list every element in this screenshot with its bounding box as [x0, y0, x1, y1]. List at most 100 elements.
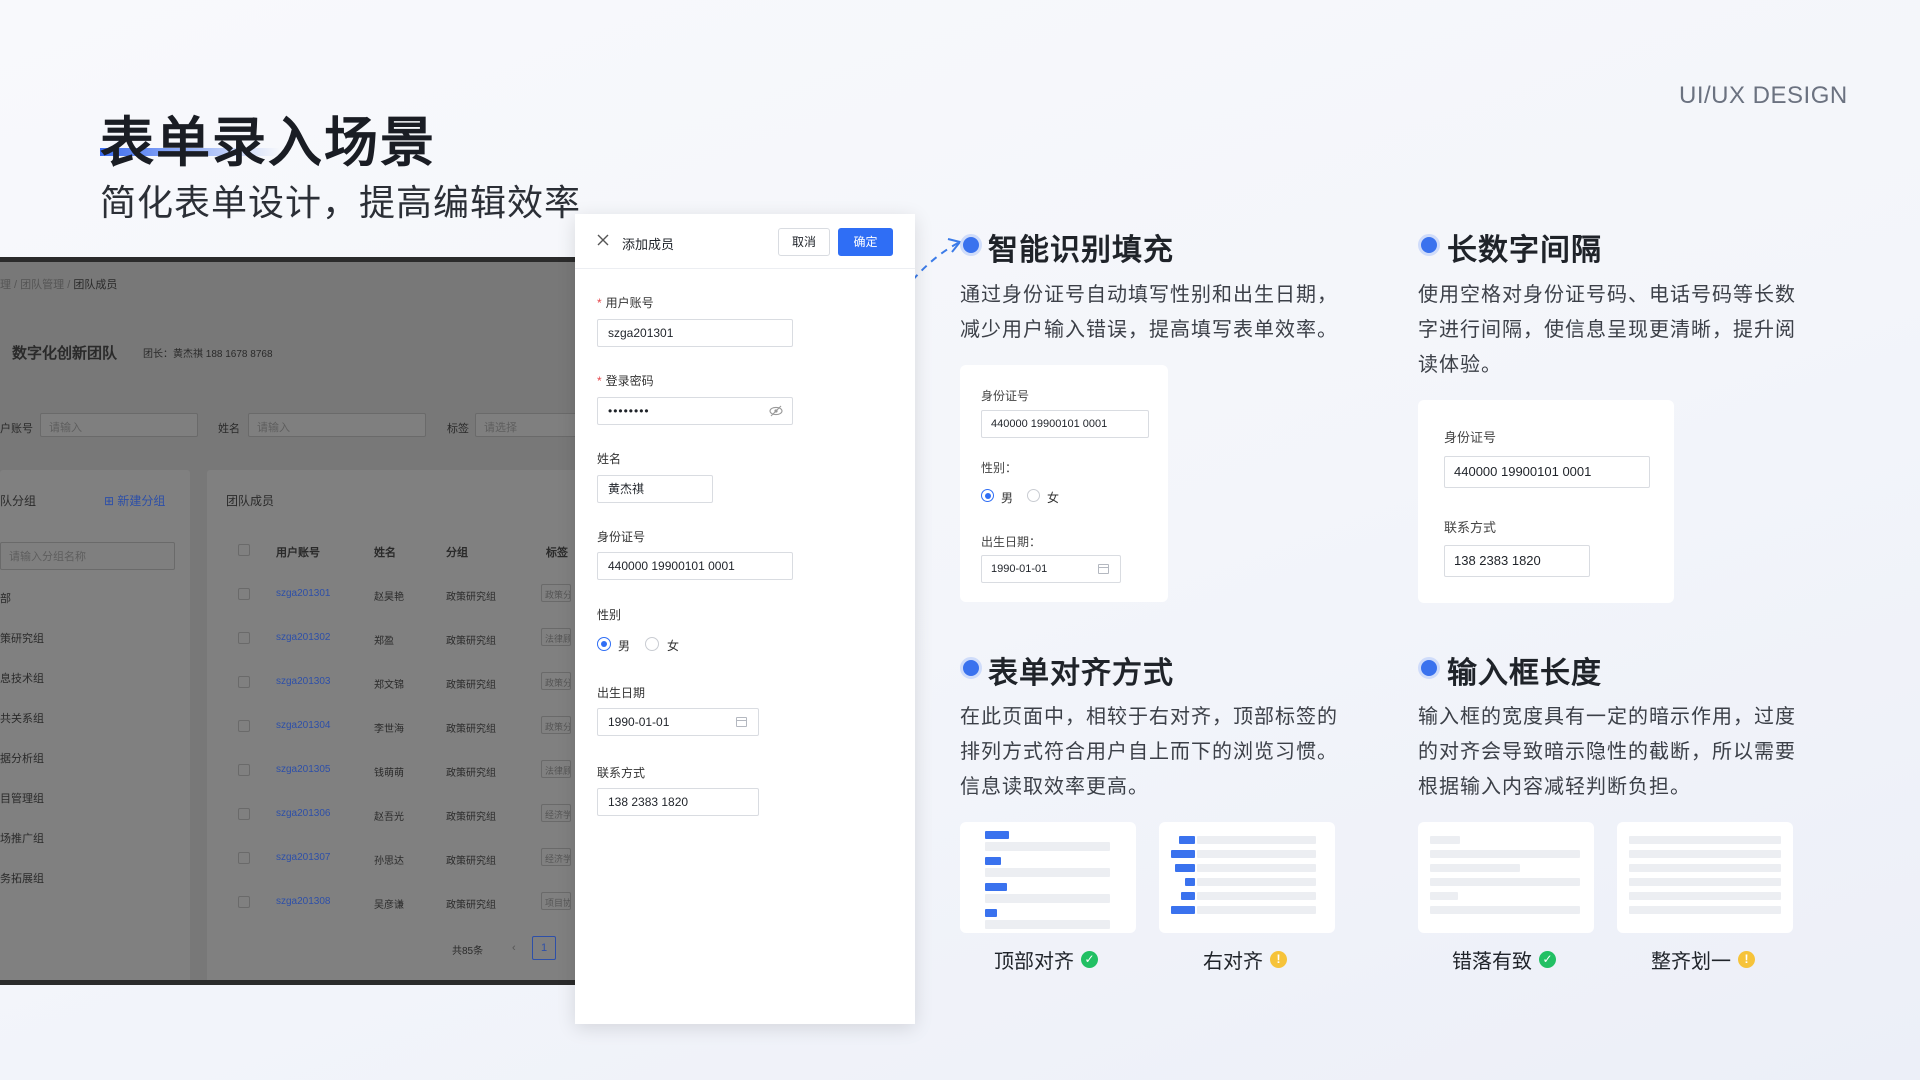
name-filter-input[interactable]: 请输入	[248, 413, 426, 437]
group-item[interactable]: 息技术组	[0, 670, 44, 686]
input-bar	[985, 868, 1110, 877]
group-item[interactable]: 据分析组	[0, 750, 44, 766]
birth-label: 出生日期	[597, 686, 646, 700]
member-tag: 经济学	[541, 848, 571, 866]
eye-off-icon[interactable]	[769, 405, 783, 417]
input-bar	[1430, 864, 1520, 872]
group-item[interactable]: 目管理组	[0, 790, 44, 806]
gender-male-radio[interactable]	[597, 637, 611, 651]
example-card-smart-fill: 身份证号 440000 19900101 0001 性别： 男 女 出生日期： …	[960, 365, 1168, 602]
prev-page-icon[interactable]: ‹	[512, 942, 516, 954]
member-group: 政策研究组	[446, 724, 496, 735]
account-link[interactable]: szga201307	[276, 852, 331, 863]
breadcrumb-item[interactable]: 理	[0, 279, 11, 291]
bullet-icon	[1418, 234, 1440, 256]
thumb-varied-width	[1418, 822, 1594, 933]
birth-date-input[interactable]: 1990-01-01	[597, 708, 759, 736]
calendar-icon[interactable]	[736, 717, 747, 727]
row-checkbox[interactable]	[238, 632, 250, 644]
row-checkbox[interactable]	[238, 676, 250, 688]
text-line: 信息读取效率更高。	[960, 776, 1149, 798]
group-search-input[interactable]: 请输入分组名称	[0, 542, 175, 570]
group-item[interactable]: 务拓展组	[0, 870, 44, 886]
column-header: 标签	[546, 547, 568, 559]
account-link[interactable]: szga201301	[276, 588, 331, 599]
gender-male-radio[interactable]	[981, 489, 994, 502]
text-line: 使用空格对身份证号码、电话号码等长数	[1418, 284, 1796, 306]
group-item[interactable]: 场推广组	[0, 830, 44, 846]
cancel-button[interactable]: 取消	[778, 228, 830, 256]
input-bar	[1629, 878, 1781, 886]
member-group: 政策研究组	[446, 812, 496, 823]
row-checkbox[interactable]	[238, 852, 250, 864]
add-member-modal: 添加成员 取消 确定 * 用户账号 szga201301 * 登录密码 ••••••…	[575, 214, 915, 1024]
phone-input[interactable]: 138 2383 1820	[1444, 545, 1590, 577]
row-checkbox[interactable]	[238, 808, 250, 820]
tag-filter-select[interactable]: 请选择	[475, 413, 585, 437]
input-bar	[1430, 836, 1460, 844]
label-bar	[1185, 878, 1195, 886]
input-bar	[1629, 906, 1781, 914]
background-app-screenshot: 理 / 团队管理 / 团队成员 数字化创新团队 团长：黄杰祺 188 1678 …	[0, 257, 585, 985]
account-link[interactable]: szga201302	[276, 632, 331, 643]
account-link[interactable]: szga201305	[276, 764, 331, 775]
calendar-icon[interactable]	[1098, 564, 1109, 574]
row-checkbox[interactable]	[238, 720, 250, 732]
account-link[interactable]: szga201306	[276, 808, 331, 819]
members-title: 团队成员	[226, 494, 275, 508]
caption-text: 整齐划一	[1651, 951, 1731, 973]
bullet-icon	[1418, 657, 1440, 679]
phone-input[interactable]: 138 2383 1820	[597, 788, 759, 816]
id-input[interactable]: 440000 19900101 0001	[1444, 456, 1650, 488]
id-label: 身份证号	[597, 530, 646, 544]
member-group: 政策研究组	[446, 592, 496, 603]
member-name: 钱萌萌	[374, 768, 404, 779]
input-bar	[1430, 878, 1580, 886]
section-title-input-length: 输入框长度	[1447, 657, 1602, 690]
member-tag: 政策分	[541, 672, 571, 690]
gender-female-radio[interactable]	[645, 637, 659, 651]
name-label: 姓名	[597, 452, 622, 466]
account-link[interactable]: szga201303	[276, 676, 331, 687]
input-bar	[1629, 864, 1781, 872]
input-bar	[985, 842, 1110, 851]
account-filter-input[interactable]: 请输入	[40, 413, 198, 437]
row-checkbox[interactable]	[238, 588, 250, 600]
thumb-right-aligned	[1159, 822, 1335, 933]
label-bar	[1181, 892, 1195, 900]
member-name: 吴彦谦	[374, 900, 404, 911]
breadcrumb-item[interactable]: 团队管理	[20, 279, 64, 291]
gender-label: 性别	[597, 608, 622, 622]
section-text-alignment: 在此页面中，相较于右对齐，顶部标签的 排列方式符合用户自上而下的浏览习惯。 信息…	[960, 700, 1400, 805]
label-bar	[1171, 850, 1195, 858]
group-item[interactable]: 共关系组	[0, 710, 44, 726]
confirm-button[interactable]: 确定	[838, 228, 893, 256]
label-bar	[985, 857, 1001, 865]
id-input[interactable]: 440000 19900101 0001	[597, 552, 793, 580]
account-link[interactable]: szga201308	[276, 896, 331, 907]
row-checkbox[interactable]	[238, 896, 250, 908]
breadcrumb-item: 团队成员	[73, 279, 118, 291]
new-group-button[interactable]: ⊞ 新建分组	[104, 492, 165, 509]
input-bar	[985, 894, 1110, 903]
page-number[interactable]: 1	[532, 936, 556, 960]
group-item[interactable]: 策研究组	[0, 630, 44, 646]
phone-label: 联系方式	[597, 766, 646, 780]
select-all-checkbox[interactable]	[238, 544, 250, 556]
close-icon[interactable]	[595, 232, 611, 248]
gender-female-label: 女	[1047, 491, 1060, 505]
input-bar	[1197, 906, 1316, 914]
password-input[interactable]: ••••••••	[597, 397, 793, 425]
section-text-smart-fill: 通过身份证号自动填写性别和出生日期， 减少用户输入错误，提高填写表单效率。	[960, 278, 1380, 348]
text-line: 通过身份证号自动填写性别和出生日期，	[960, 284, 1338, 306]
input-bar	[1629, 892, 1781, 900]
gender-female-radio[interactable]	[1027, 489, 1040, 502]
input-bar	[985, 920, 1110, 929]
row-checkbox[interactable]	[238, 764, 250, 776]
label-bar	[1175, 864, 1195, 872]
id-input[interactable]: 440000 19900101 0001	[981, 410, 1149, 438]
group-item[interactable]: 部	[0, 590, 11, 606]
account-input[interactable]: szga201301	[597, 319, 793, 347]
name-input[interactable]: 黄杰祺	[597, 475, 713, 503]
account-link[interactable]: szga201304	[276, 720, 331, 731]
